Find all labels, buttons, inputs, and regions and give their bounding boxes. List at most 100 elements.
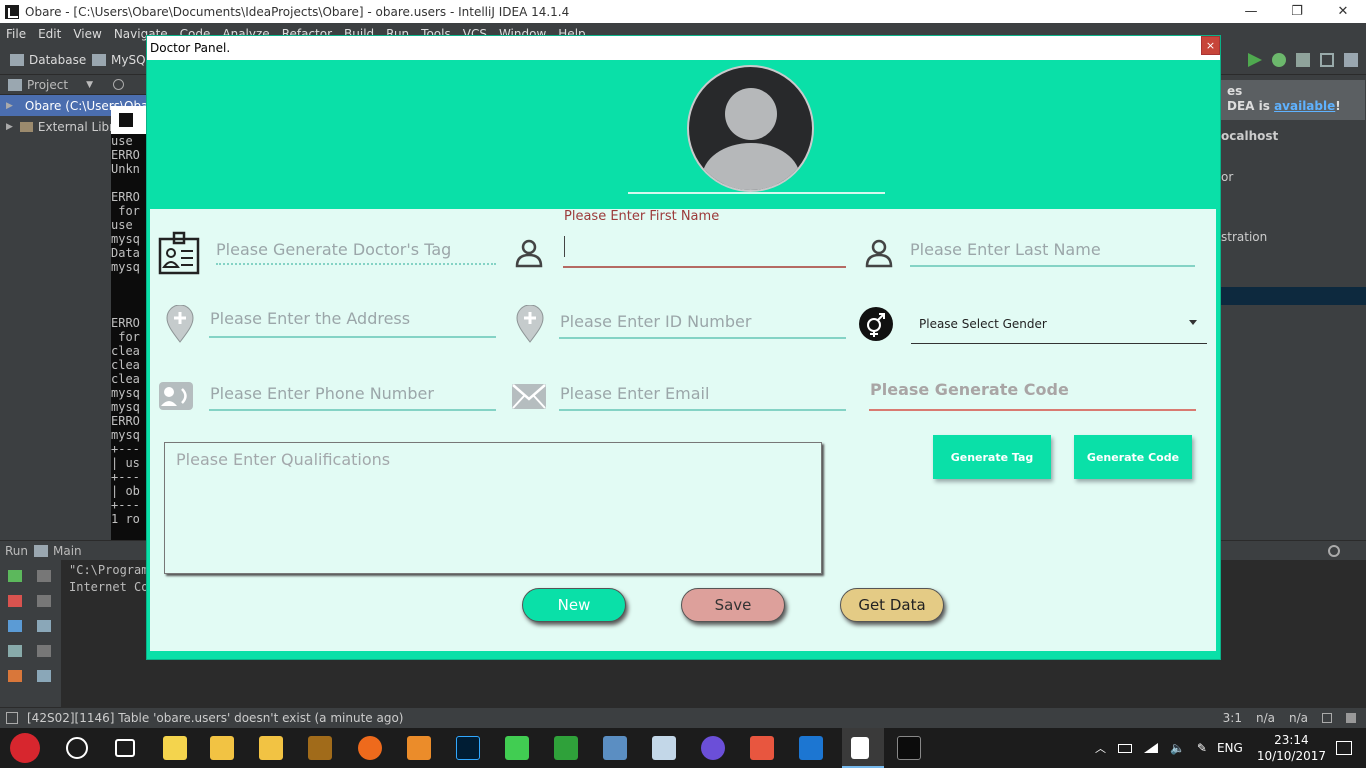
clock[interactable]: 23:14 10/10/2017: [1257, 732, 1326, 764]
right-item-stration[interactable]: stration: [1221, 230, 1267, 244]
cursor-position[interactable]: 3:1: [1223, 711, 1242, 725]
expand-arrow-icon[interactable]: ▶: [6, 101, 13, 111]
chevron-down-icon[interactable]: ▼: [86, 80, 93, 90]
email-field[interactable]: Please Enter Email: [560, 384, 709, 403]
update-notice: es DEA is available!: [1215, 80, 1365, 120]
menu-edit[interactable]: Edit: [38, 27, 61, 41]
sticky-notes-icon[interactable]: [163, 736, 187, 760]
datasource-localhost[interactable]: ocalhost: [1221, 129, 1278, 143]
file-explorer-icon[interactable]: [210, 736, 234, 760]
exit-icon[interactable]: [8, 670, 22, 682]
lock-icon[interactable]: [1322, 713, 1332, 723]
breadcrumb-database[interactable]: Database: [10, 53, 86, 67]
menu-file[interactable]: File: [6, 27, 26, 41]
angry-birds-icon[interactable]: [10, 733, 40, 763]
run-icon[interactable]: [1248, 53, 1262, 67]
line-separator[interactable]: n/a: [1256, 711, 1275, 725]
phone-field[interactable]: Please Enter Phone Number: [210, 384, 434, 403]
print-icon[interactable]: [37, 670, 51, 682]
update-available-link[interactable]: available: [1274, 99, 1335, 113]
settings-icon[interactable]: [1344, 53, 1358, 67]
generate-tag-button[interactable]: Generate Tag: [933, 435, 1051, 479]
battery-icon[interactable]: [1117, 743, 1132, 753]
volume-icon[interactable]: 🔈: [1170, 741, 1185, 755]
dump-threads-icon[interactable]: [8, 645, 22, 657]
git-kraken-icon[interactable]: [750, 736, 774, 760]
last-name-field[interactable]: Please Enter Last Name: [910, 240, 1101, 259]
soft-wrap-icon[interactable]: [37, 620, 51, 632]
inspector-icon[interactable]: [1346, 713, 1356, 723]
intellij-taskbar-icon[interactable]: [799, 736, 823, 760]
show-hidden-icons[interactable]: ︿: [1095, 740, 1106, 756]
pause-icon[interactable]: [8, 620, 22, 632]
qt-creator-icon[interactable]: [505, 736, 529, 760]
right-item-or[interactable]: or: [1221, 170, 1233, 184]
console-line: | us: [111, 456, 140, 470]
down-arrow-icon[interactable]: [37, 595, 51, 607]
performance-monitor-icon[interactable]: [652, 736, 676, 760]
last-name-underline: [910, 265, 1195, 267]
avatar-image[interactable]: [687, 65, 814, 192]
sublime-text-icon[interactable]: [308, 736, 332, 760]
action-center-icon[interactable]: [1336, 741, 1352, 755]
mario-pipe-icon[interactable]: [554, 736, 578, 760]
search-tool-icon[interactable]: [407, 736, 431, 760]
maximize-button[interactable]: ❐: [1274, 0, 1320, 23]
address-field[interactable]: Please Enter the Address: [210, 309, 410, 328]
cortana-icon[interactable]: [66, 737, 88, 759]
stop-icon[interactable]: [8, 595, 22, 607]
close-window-button[interactable]: ✕: [1320, 0, 1366, 23]
expand-arrow-icon[interactable]: ▶: [6, 122, 13, 132]
tool-window-toggle-icon[interactable]: [6, 712, 18, 724]
scroll-end-icon[interactable]: [37, 645, 51, 657]
gear-icon[interactable]: [112, 79, 124, 90]
console-line: mysq: [111, 386, 140, 400]
console-titlebar[interactable]: [111, 106, 147, 134]
rerun-icon[interactable]: [8, 570, 22, 582]
project-tool-header[interactable]: Project ▼: [0, 75, 146, 95]
code-field[interactable]: Please Generate Code: [870, 380, 1069, 399]
minimize-button[interactable]: —: [1228, 0, 1274, 23]
generate-code-button[interactable]: Generate Code: [1074, 435, 1192, 479]
pen-icon[interactable]: ✎: [1197, 741, 1207, 755]
console-line: ERRO: [111, 414, 140, 428]
console-line: for: [111, 204, 140, 218]
new-button[interactable]: New: [522, 588, 626, 622]
ide-right-panel: es DEA is available! ocalhost or stratio…: [1215, 75, 1366, 540]
folder-icon[interactable]: [259, 736, 283, 760]
mysql-console-taskbar-icon[interactable]: [897, 736, 921, 760]
chevron-down-icon[interactable]: [1189, 320, 1197, 325]
dialog-close-button[interactable]: ×: [1201, 36, 1220, 55]
language-indicator[interactable]: ENG: [1217, 741, 1243, 755]
clock-time: 23:14: [1274, 733, 1309, 747]
email-icon: [512, 384, 546, 409]
photoshop-icon[interactable]: [456, 736, 480, 760]
save-button[interactable]: Save: [681, 588, 785, 622]
get-data-button[interactable]: Get Data: [840, 588, 944, 622]
gear-icon[interactable]: [1328, 544, 1340, 557]
network-app-icon[interactable]: [603, 736, 627, 760]
run-config-name[interactable]: Main: [53, 544, 82, 558]
mysql-console-window[interactable]: use ERRO Unkn ERRO for use mysq Data mysq ERRO…: [111, 106, 147, 556]
wifi-icon[interactable]: [1143, 743, 1158, 753]
file-encoding[interactable]: n/a: [1289, 711, 1308, 725]
gender-select[interactable]: Please Select Gender: [911, 304, 1207, 344]
menu-view[interactable]: View: [73, 27, 101, 41]
console-line: | ob: [111, 484, 140, 498]
doctor-tag-field[interactable]: Please Generate Doctor's Tag: [216, 240, 451, 259]
debug-icon[interactable]: [1272, 53, 1286, 67]
dialog-title-bar[interactable]: Doctor Panel. ×: [147, 36, 1220, 60]
run-toolbar: [0, 560, 62, 707]
task-view-icon[interactable]: [115, 739, 135, 757]
stop-icon[interactable]: [1320, 53, 1334, 67]
firefox-icon[interactable]: [701, 736, 725, 760]
coverage-icon[interactable]: [1296, 53, 1310, 67]
id-number-field[interactable]: Please Enter ID Number: [560, 312, 751, 331]
run-tab[interactable]: Run: [5, 544, 28, 558]
qualifications-textarea[interactable]: Please Enter Qualifications: [164, 442, 822, 574]
burner-app-icon[interactable]: [358, 736, 382, 760]
breadcrumb-mysql[interactable]: MySQL: [92, 53, 152, 67]
first-name-input[interactable]: [564, 236, 565, 257]
java-app-icon[interactable]: [851, 737, 869, 759]
up-arrow-icon[interactable]: [37, 570, 51, 582]
